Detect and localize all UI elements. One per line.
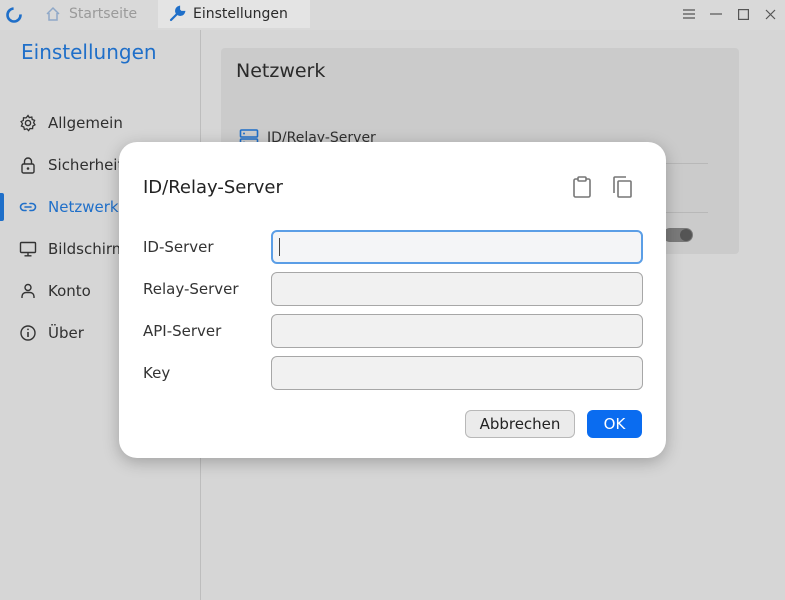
app-logo-icon [5, 6, 23, 24]
sidebar-item-label: Über [48, 324, 84, 342]
sidebar-item-label: Allgemein [48, 114, 123, 132]
tab-home-label: Startseite [69, 6, 138, 22]
clipboard-icon[interactable] [570, 174, 594, 200]
api-server-label: API-Server [143, 322, 222, 340]
close-icon[interactable] [762, 6, 778, 22]
sidebar-item-label: Bildschirm [48, 240, 127, 258]
sidebar-item-label: Netzwerk [48, 198, 119, 216]
home-icon [44, 5, 62, 23]
user-icon [18, 281, 38, 301]
toggle-switch[interactable] [663, 228, 693, 242]
dialog-title: ID/Relay-Server [143, 177, 283, 198]
link-icon [18, 197, 38, 217]
relay-server-input[interactable] [271, 272, 643, 306]
minimize-icon[interactable] [708, 6, 724, 22]
tab-home[interactable]: Startseite [34, 0, 156, 28]
info-icon [18, 323, 38, 343]
copy-icon[interactable] [610, 174, 634, 200]
key-input[interactable] [271, 356, 643, 390]
id-server-input[interactable] [271, 230, 643, 264]
api-server-input[interactable] [271, 314, 643, 348]
tab-settings-label: Einstellungen [193, 6, 288, 22]
monitor-icon [18, 239, 38, 259]
title-bar: Startseite Einstellungen [0, 0, 785, 30]
id-relay-server-dialog: ID/Relay-Server ID-Server Relay-Server A… [119, 142, 666, 458]
sidebar-title: Einstellungen [21, 40, 157, 64]
id-server-label: ID-Server [143, 238, 214, 256]
sidebar-item-allgemein[interactable]: Allgemein [0, 106, 201, 140]
cancel-button[interactable]: Abbrechen [465, 410, 575, 438]
lock-icon [18, 155, 38, 175]
sidebar-item-label: Sicherheit [48, 156, 124, 174]
maximize-icon[interactable] [735, 6, 751, 22]
sidebar-item-label: Konto [48, 282, 91, 300]
card-title: Netzwerk [236, 60, 326, 82]
wrench-icon [168, 5, 186, 23]
ok-button[interactable]: OK [587, 410, 642, 438]
menu-icon[interactable] [681, 6, 697, 22]
relay-server-label: Relay-Server [143, 280, 239, 298]
tab-settings[interactable]: Einstellungen [158, 0, 310, 28]
key-label: Key [143, 364, 171, 382]
gear-icon [18, 113, 38, 133]
text-caret [279, 238, 280, 256]
